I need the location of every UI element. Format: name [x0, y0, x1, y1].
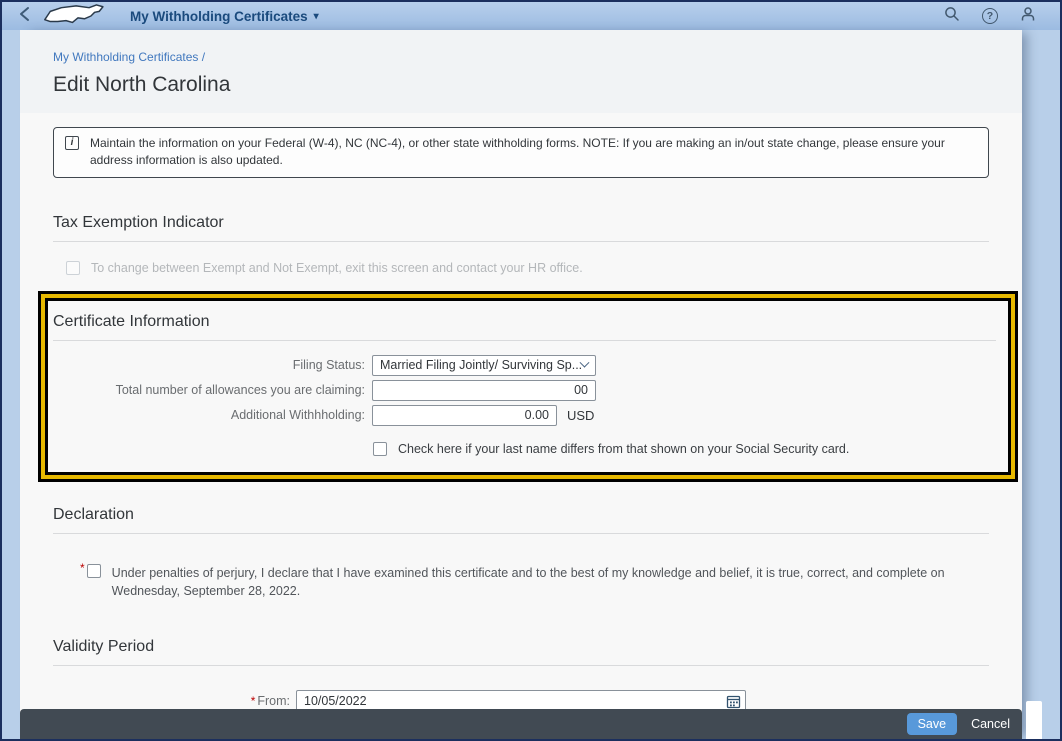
chevron-down-icon: [579, 357, 590, 368]
page-title: Edit North Carolina: [53, 73, 231, 96]
save-button[interactable]: Save: [906, 713, 958, 735]
info-message-banner: i Maintain the information on your Feder…: [53, 127, 989, 178]
declaration-checkbox-label: Under penalties of perjury, I declare th…: [111, 565, 945, 598]
filing-status-row: Filing Status: Married Filing Jointly/ S…: [53, 354, 996, 376]
last-name-differs-checkbox[interactable]: [373, 441, 387, 456]
additional-withholding-row: Additional Withhholding: USD: [53, 404, 996, 426]
last-name-differs-label: Check here if your last name differs fro…: [398, 441, 850, 456]
info-message-text: Maintain the information on your Federal…: [90, 136, 945, 168]
scrollbar-thumb[interactable]: [1026, 701, 1042, 739]
allowances-input[interactable]: [372, 379, 596, 401]
back-button[interactable]: [14, 6, 34, 26]
divider: [53, 665, 989, 667]
filing-status-value: Married Filing Jointly/ Surviving Sp...: [380, 358, 581, 373]
allowances-row: Total number of allowances you are claim…: [53, 379, 996, 401]
chevron-left-icon: [19, 6, 30, 27]
section-certificate-information: Certificate Information Filing Status: M…: [45, 297, 1011, 475]
required-marker: *: [80, 560, 85, 575]
app-window: My Withholding Certificates ▾ ? My Withh…: [0, 0, 1062, 741]
additional-withholding-label: Additional Withhholding:: [230, 408, 365, 423]
certificate-information-title: Certificate Information: [53, 312, 210, 330]
help-icon[interactable]: ?: [982, 8, 998, 24]
tax-exemption-title: Tax Exemption Indicator: [53, 213, 224, 231]
from-date-row: * From:: [53, 690, 989, 712]
declaration-title: Declaration: [53, 505, 134, 523]
search-icon[interactable]: [944, 6, 960, 27]
divider: [53, 240, 989, 242]
validity-period-title: Validity Period: [53, 638, 155, 656]
last-name-differs-row: Check here if your last name differs fro…: [373, 441, 996, 456]
breadcrumb[interactable]: My Withholding Certificates /: [53, 50, 989, 64]
divider: [53, 532, 989, 534]
filing-status-select[interactable]: Married Filing Jointly/ Surviving Sp...: [372, 354, 596, 376]
highlight-annotation-box: Certificate Information Filing Status: M…: [38, 290, 1018, 482]
profile-icon[interactable]: [1020, 6, 1036, 27]
tax-exemption-checkbox-label: To change between Exempt and Not Exempt,…: [91, 260, 583, 275]
tax-exemption-checkbox: [66, 260, 80, 275]
from-date-input[interactable]: [296, 690, 746, 712]
shell-actions: ?: [944, 6, 1048, 27]
page-header: My Withholding Certificates / Edit North…: [20, 30, 1022, 113]
shell-app-title[interactable]: My Withholding Certificates ▾: [130, 9, 319, 24]
tax-exemption-checkbox-row: To change between Exempt and Not Exempt,…: [66, 260, 989, 275]
section-declaration: Declaration: [53, 506, 989, 534]
info-icon: i: [65, 136, 79, 150]
footer-toolbar: Save Cancel: [20, 709, 1022, 739]
allowances-label: Total number of allowances you are claim…: [115, 383, 365, 398]
declaration-checkbox-row: * Under penalties of perjury, I declare …: [80, 560, 989, 600]
shell-header: My Withholding Certificates ▾ ?: [2, 2, 1060, 30]
additional-withholding-input[interactable]: [372, 404, 557, 426]
from-label: From:: [257, 693, 290, 708]
north-carolina-logo-icon: [40, 4, 116, 28]
from-date-field: [296, 690, 746, 712]
currency-label: USD: [567, 407, 595, 423]
declaration-checkbox[interactable]: [86, 563, 101, 578]
filing-status-label: Filing Status:: [292, 358, 365, 373]
cancel-button[interactable]: Cancel: [971, 717, 1010, 731]
required-marker: *: [250, 693, 256, 708]
divider: [53, 339, 996, 341]
content-card: My Withholding Certificates / Edit North…: [20, 30, 1022, 739]
page-background: My Withholding Certificates / Edit North…: [2, 30, 1060, 739]
calendar-icon[interactable]: [725, 693, 741, 709]
title-caret-icon: ▾: [313, 10, 319, 22]
section-tax-exemption: Tax Exemption Indicator: [53, 214, 989, 242]
section-validity-period: Validity Period: [53, 638, 989, 667]
shell-title-text: My Withholding Certificates: [130, 8, 308, 24]
